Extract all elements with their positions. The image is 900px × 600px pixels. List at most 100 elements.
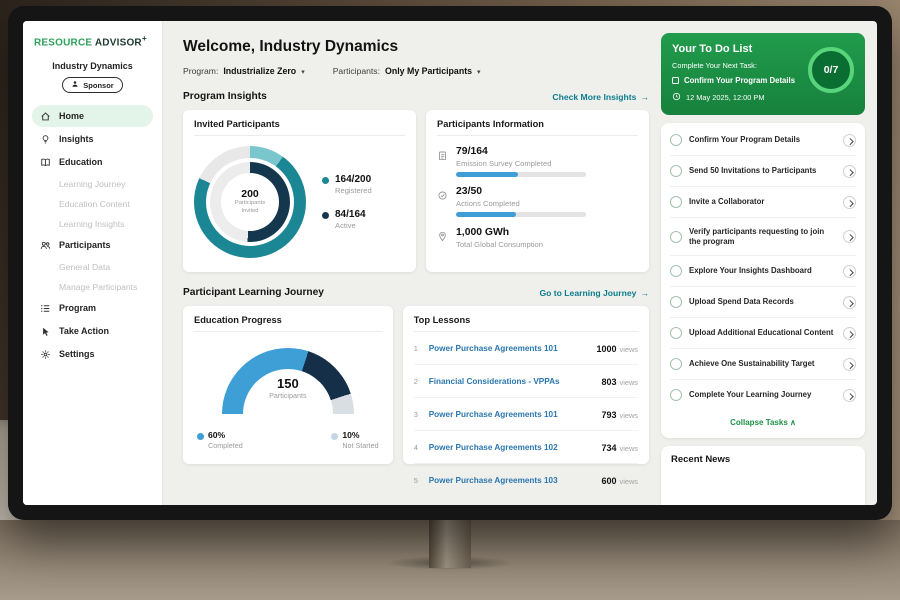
- sidebar-item-education-content[interactable]: Education Content: [32, 194, 153, 213]
- legend-item-not-started: 10% Not Started: [331, 430, 378, 450]
- sponsor-badge[interactable]: Sponsor: [62, 77, 122, 93]
- chevron-right-icon[interactable]: [843, 296, 856, 309]
- lesson-link[interactable]: Power Purchase Agreements 101: [429, 410, 595, 419]
- chevron-right-icon[interactable]: [843, 165, 856, 178]
- task-row[interactable]: Verify participants requesting to join t…: [670, 218, 856, 256]
- stat-emission-survey: 79/164 Emission Survey Completed: [437, 146, 638, 177]
- logo-resource: RESOURCE: [34, 37, 92, 48]
- task-label: Invite a Collaborator: [689, 197, 836, 207]
- check-more-insights-link[interactable]: Check More Insights →: [552, 92, 649, 102]
- lesson-link[interactable]: Power Purchase Agreements 103: [429, 476, 595, 485]
- chevron-right-icon[interactable]: [843, 265, 856, 278]
- checkbox-icon[interactable]: [670, 296, 682, 308]
- lesson-row: 2 Financial Considerations - VPPAs 803vi…: [414, 365, 638, 398]
- checkbox-icon[interactable]: [670, 165, 682, 177]
- due-text: 12 May 2025, 12:00 PM: [686, 93, 764, 102]
- checkbox-icon[interactable]: [670, 196, 682, 208]
- arrow-right-icon: →: [640, 92, 649, 102]
- task-row[interactable]: Invite a Collaborator: [670, 187, 856, 218]
- checkbox-icon[interactable]: [670, 358, 682, 370]
- lesson-views-suffix: views: [620, 444, 638, 453]
- sidebar-item-general-data[interactable]: General Data: [32, 257, 153, 276]
- education-progress-gauge-chart: 150 Participants: [222, 348, 354, 414]
- collapse-tasks-link[interactable]: Collapse Tasks ∧: [670, 410, 856, 436]
- sidebar-item-program[interactable]: Program: [32, 297, 153, 319]
- sidebar-item-manage-participants[interactable]: Manage Participants: [32, 277, 153, 296]
- sidebar-item-label: Insights: [59, 134, 94, 144]
- stat-global-consumption: 1,000 GWh Total Global Consumption: [437, 227, 638, 253]
- todo-progress-value: 0/7: [824, 64, 839, 76]
- task-label: Complete Your Learning Journey: [689, 390, 836, 400]
- donut-center: 200 Participants Invited: [221, 173, 279, 231]
- checkbox-icon[interactable]: [670, 327, 682, 339]
- task-row[interactable]: Send 50 Invitations to Participants: [670, 156, 856, 187]
- sidebar-item-settings[interactable]: Settings: [32, 343, 153, 365]
- go-to-learning-journey-link[interactable]: Go to Learning Journey →: [539, 288, 649, 298]
- task-row[interactable]: Upload Spend Data Records: [670, 287, 856, 318]
- next-task[interactable]: Confirm Your Program Details: [672, 76, 812, 86]
- task-row[interactable]: Upload Additional Educational Content: [670, 318, 856, 349]
- task-row[interactable]: Achieve One Sustainability Target: [670, 349, 856, 380]
- card-title: Education Progress: [194, 315, 382, 332]
- chevron-right-icon[interactable]: [843, 358, 856, 371]
- lesson-link[interactable]: Power Purchase Agreements 101: [429, 344, 590, 353]
- sidebar-item-take-action[interactable]: Take Action: [32, 320, 153, 342]
- legend-dot: [331, 433, 338, 440]
- lesson-row: 3 Power Purchase Agreements 101 793views: [414, 398, 638, 431]
- checkbox-icon[interactable]: [670, 231, 682, 243]
- recent-news-title: Recent News: [671, 454, 855, 465]
- lesson-row: 5 Power Purchase Agreements 103 600views: [414, 464, 638, 496]
- todo-progress-ring: 0/7: [808, 47, 854, 93]
- legend-value: 10%: [342, 430, 378, 440]
- sidebar-item-label: Program: [59, 303, 96, 313]
- chevron-right-icon[interactable]: [843, 389, 856, 402]
- sidebar-item-learning-journey[interactable]: Learning Journey: [32, 174, 153, 193]
- program-select[interactable]: Program: Industrialize Zero ▾: [183, 66, 305, 76]
- donut-legend: 164/200 Registered 84/164 Active: [322, 174, 372, 230]
- chevron-right-icon[interactable]: [843, 327, 856, 340]
- stat-label: Actions Completed: [456, 199, 586, 208]
- task-row[interactable]: Complete Your Learning Journey: [670, 380, 856, 410]
- insights-cards-row: Invited Participants 200 Participants In…: [183, 110, 649, 272]
- next-task-due: 12 May 2025, 12:00 PM: [672, 92, 854, 103]
- program-insights-section-header: Program Insights Check More Insights →: [183, 91, 649, 102]
- organization-name: Industry Dynamics: [32, 61, 153, 71]
- checkbox-icon[interactable]: [670, 134, 682, 146]
- sidebar-item-label: Education: [59, 157, 103, 167]
- sidebar-item-education[interactable]: Education: [32, 151, 153, 173]
- top-lessons-card: Top Lessons 1 Power Purchase Agreements …: [403, 306, 649, 464]
- task-row[interactable]: Explore Your Insights Dashboard: [670, 256, 856, 287]
- recent-news-card: Recent News: [661, 446, 865, 505]
- stat-label: Total Global Consumption: [456, 240, 543, 249]
- link-label: Go to Learning Journey: [539, 288, 636, 298]
- todo-summary-card: Your To Do List Complete Your Next Task:…: [661, 33, 865, 115]
- legend-label: Not Started: [342, 441, 378, 450]
- chevron-down-icon: ▾: [477, 68, 481, 76]
- chevron-right-icon[interactable]: [843, 230, 856, 243]
- task-label: Upload Spend Data Records: [689, 297, 836, 307]
- legend-item-registered: 164/200 Registered: [322, 174, 372, 195]
- sidebar-item-participants[interactable]: Participants: [32, 234, 153, 256]
- chevron-right-icon[interactable]: [843, 134, 856, 147]
- lesson-link[interactable]: Power Purchase Agreements 102: [429, 443, 595, 452]
- location-pin-icon: [437, 229, 448, 247]
- stat-actions-completed: 23/50 Actions Completed: [437, 186, 638, 217]
- sidebar-item-home[interactable]: Home: [32, 105, 153, 127]
- participants-select[interactable]: Participants: Only My Participants ▾: [333, 66, 481, 76]
- chevron-right-icon[interactable]: [843, 196, 856, 209]
- lesson-link[interactable]: Financial Considerations - VPPAs: [429, 377, 595, 386]
- sidebar-item-learning-insights[interactable]: Learning Insights: [32, 214, 153, 233]
- todo-panel: Your To Do List Complete Your Next Task:…: [661, 21, 877, 505]
- checkbox-icon[interactable]: [670, 389, 682, 401]
- sidebar-item-insights[interactable]: Insights: [32, 128, 153, 150]
- education-progress-card: Education Progress 150 Participants: [183, 306, 393, 464]
- lesson-views: 793: [601, 410, 616, 420]
- checkbox-icon[interactable]: [672, 77, 679, 84]
- checkbox-icon[interactable]: [670, 265, 682, 277]
- task-label: Explore Your Insights Dashboard: [689, 266, 836, 276]
- task-row[interactable]: Confirm Your Program Details: [670, 125, 856, 156]
- lesson-row: 4 Power Purchase Agreements 102 734views: [414, 431, 638, 464]
- filter-bar: Program: Industrialize Zero ▾ Participan…: [183, 66, 649, 76]
- donut-center-label: Participants Invited: [227, 200, 273, 216]
- card-title: Invited Participants: [194, 119, 405, 136]
